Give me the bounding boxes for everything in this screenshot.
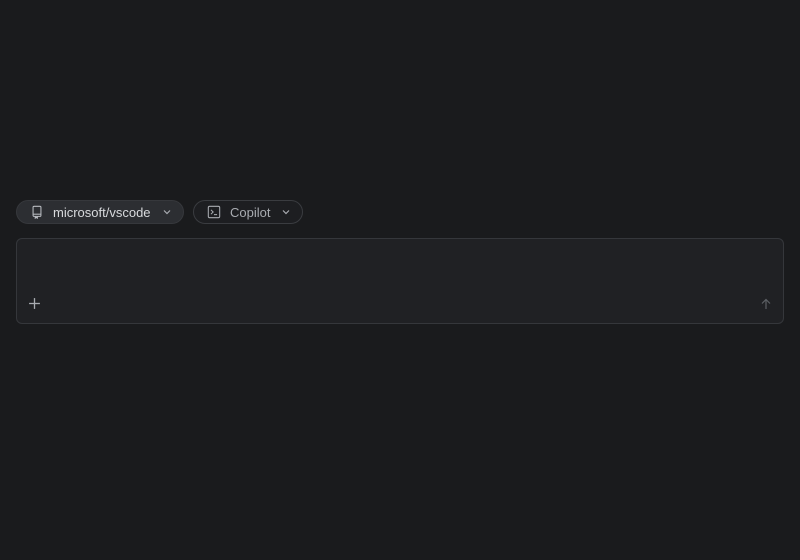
plus-icon	[28, 297, 41, 315]
chevron-down-icon	[161, 206, 173, 218]
arrow-up-icon	[760, 297, 772, 315]
agent-selector-label: Copilot	[230, 204, 271, 220]
chevron-down-icon	[280, 206, 292, 218]
chat-start-view: microsoft/vscode Copilot	[0, 0, 800, 560]
send-button[interactable]	[757, 297, 775, 315]
chat-input[interactable]	[27, 247, 775, 297]
repo-selector-label: microsoft/vscode	[53, 204, 151, 220]
add-context-button[interactable]	[25, 297, 43, 315]
context-selector-row: microsoft/vscode Copilot	[16, 200, 303, 224]
chat-composer	[16, 238, 784, 324]
repo-selector-button[interactable]: microsoft/vscode	[16, 200, 184, 224]
repo-icon	[29, 204, 45, 220]
agent-selector-button[interactable]: Copilot	[193, 200, 303, 224]
terminal-icon	[206, 204, 222, 220]
